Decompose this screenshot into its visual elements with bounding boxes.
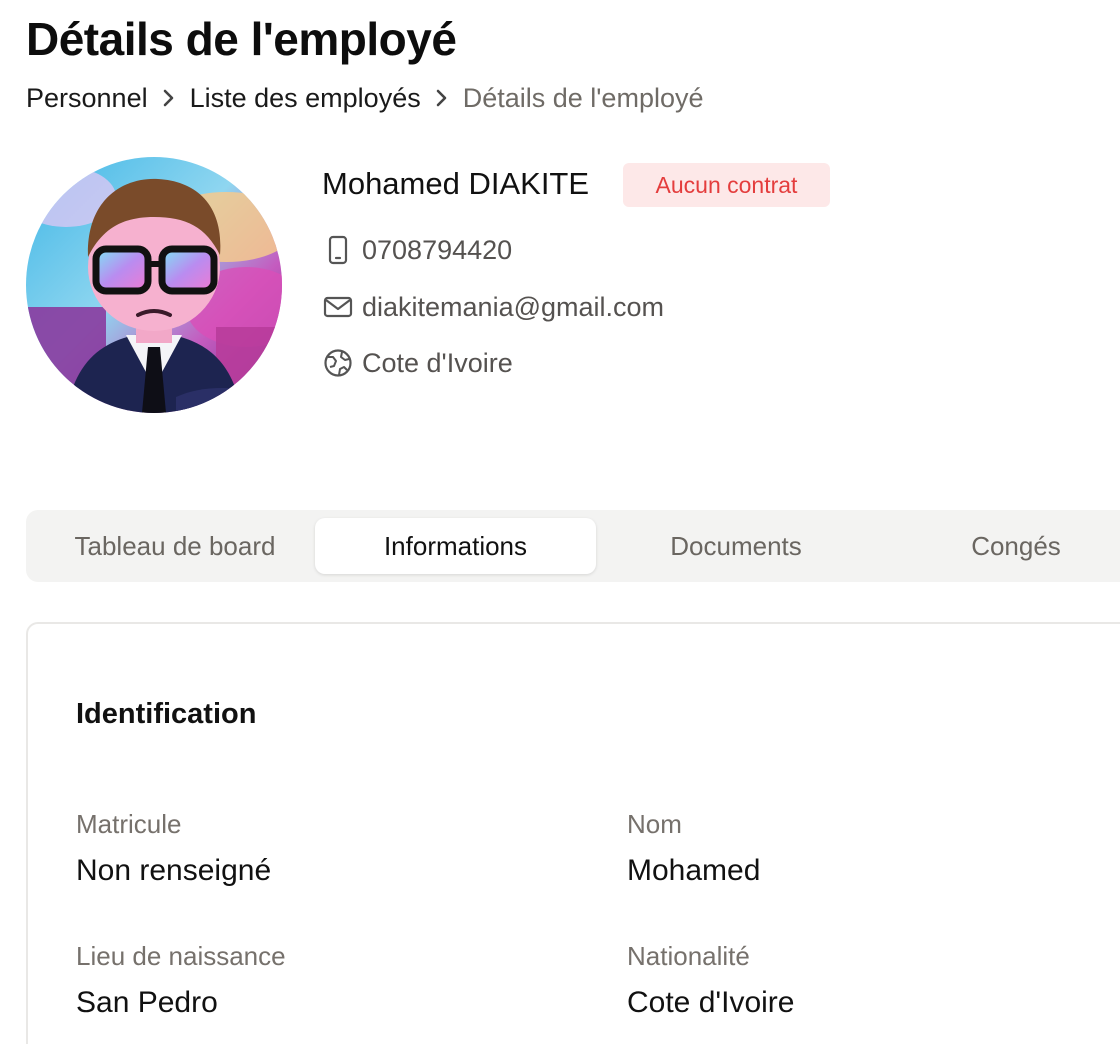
breadcrumb-employee-list[interactable]: Liste des employés (190, 83, 421, 114)
tab-conges[interactable]: Congés (876, 518, 1120, 574)
employee-name: Mohamed DIAKITE (322, 166, 590, 201)
field-value-nom: Mohamed (627, 854, 761, 887)
tab-documents[interactable]: Documents (596, 518, 876, 574)
email-address[interactable]: diakitemania@gmail.com (362, 292, 664, 323)
field-label-lieu-de-naissance: Lieu de naissance (76, 941, 286, 971)
field-label-matricule: Matricule (76, 809, 182, 839)
field-value-lieu-de-naissance: San Pedro (76, 986, 218, 1019)
globe-icon (322, 347, 354, 379)
phone-icon (322, 234, 354, 266)
breadcrumb-personnel[interactable]: Personnel (26, 83, 148, 114)
field-value-matricule: Non renseigné (76, 854, 272, 887)
breadcrumb: Personnel Liste des employés Détails de … (26, 80, 704, 116)
country-name: Cote d'Ivoire (362, 347, 513, 378)
mail-icon (322, 291, 354, 323)
breadcrumb-current: Détails de l'employé (462, 82, 704, 113)
identification-card (26, 622, 1120, 1044)
field-label-nom: Nom (627, 809, 682, 839)
field-label-nationalite: Nationalité (627, 941, 750, 971)
chevron-right-icon (148, 80, 190, 116)
tab-tableau-de-board[interactable]: Tableau de board (34, 518, 316, 574)
field-value-nationalite: Cote d'Ivoire (627, 986, 795, 1019)
employee-details-page: Détails de l'employé Personnel Liste des… (0, 0, 1120, 1044)
tab-informations[interactable]: Informations (315, 518, 596, 574)
tab-bar: Tableau de board Informations Documents … (26, 510, 1120, 582)
page-title: Détails de l'employé (26, 13, 457, 65)
contact-country: Cote d'Ivoire (322, 345, 513, 381)
contact-email: diakitemania@gmail.com (322, 289, 664, 325)
section-title-identification: Identification (76, 698, 257, 730)
contract-status-badge: Aucun contrat (623, 163, 830, 207)
chevron-right-icon (421, 80, 463, 116)
avatar (26, 157, 282, 413)
phone-number[interactable]: 0708794420 (362, 235, 512, 266)
contact-phone: 0708794420 (322, 232, 512, 268)
